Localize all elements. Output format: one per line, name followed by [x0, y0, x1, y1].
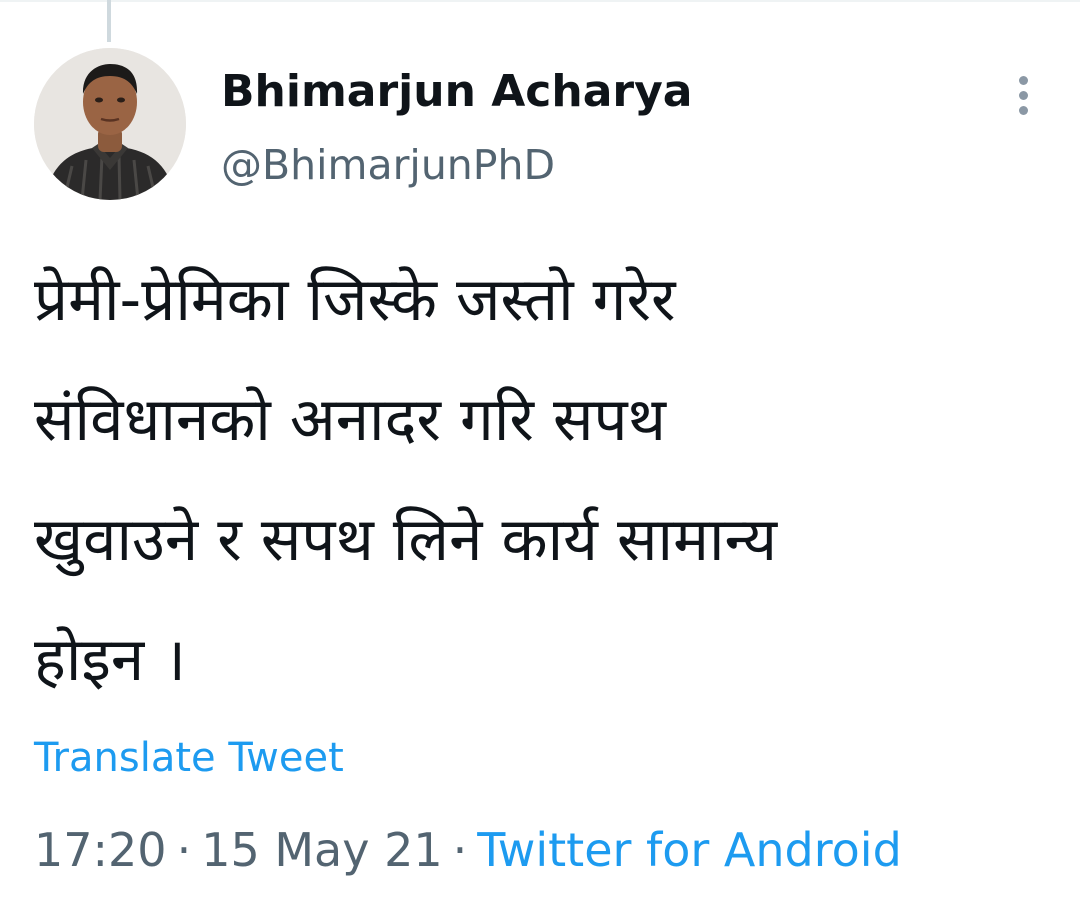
more-options-button[interactable]: [1004, 70, 1044, 122]
tweet-text-line: खुवाउने र सपथ लिने कार्य सामान्य: [34, 505, 778, 575]
tweet-text: प्रेमी-प्रेमिका जिस्के जस्तो गरेर संविधा…: [34, 240, 1044, 720]
thread-connector-line: [107, 0, 111, 42]
tweet-time[interactable]: 17:20: [34, 823, 167, 877]
tweet-text-line: होइन ।: [34, 625, 186, 695]
meta-separator: ·: [176, 823, 192, 877]
top-divider: [0, 0, 1080, 2]
meta-separator: ·: [452, 823, 468, 877]
tweet-date[interactable]: 15 May 21: [201, 823, 442, 877]
tweet-source-link[interactable]: Twitter for Android: [477, 823, 902, 877]
translate-tweet-link[interactable]: Translate Tweet: [34, 730, 344, 786]
vertical-ellipsis-icon-dot: [1019, 106, 1028, 115]
tweet-metadata: 17:20 · 15 May 21 · Twitter for Android: [34, 818, 902, 882]
vertical-ellipsis-icon: [1019, 76, 1028, 85]
author-display-name[interactable]: Bhimarjun Acharya: [221, 66, 692, 118]
vertical-ellipsis-icon-dot: [1019, 91, 1028, 100]
author-handle[interactable]: @BhimarjunPhD: [221, 140, 555, 190]
profile-photo-icon: [34, 48, 186, 200]
avatar[interactable]: [34, 48, 186, 200]
tweet-text-line: प्रेमी-प्रेमिका जिस्के जस्तो गरेर: [34, 265, 676, 335]
tweet-text-line: संविधानको अनादर गरि सपथ: [34, 385, 666, 455]
